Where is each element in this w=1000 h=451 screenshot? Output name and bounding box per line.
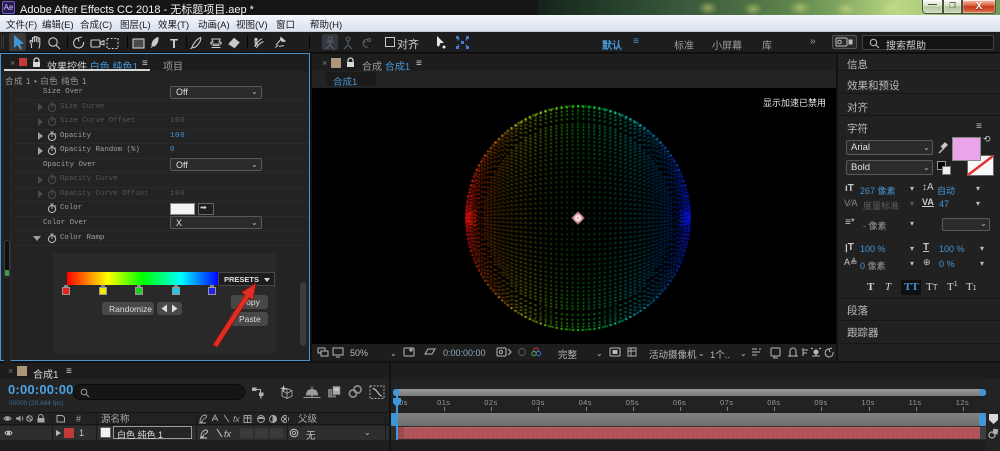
- svg-text:fx: fx: [233, 414, 240, 424]
- svg-text:源名称: 源名称: [101, 413, 130, 425]
- svg-text:父级: 父级: [298, 413, 318, 425]
- svg-text:#: #: [76, 414, 81, 424]
- svg-text:fx: fx: [224, 429, 232, 439]
- svg-text:T: T: [170, 36, 178, 51]
